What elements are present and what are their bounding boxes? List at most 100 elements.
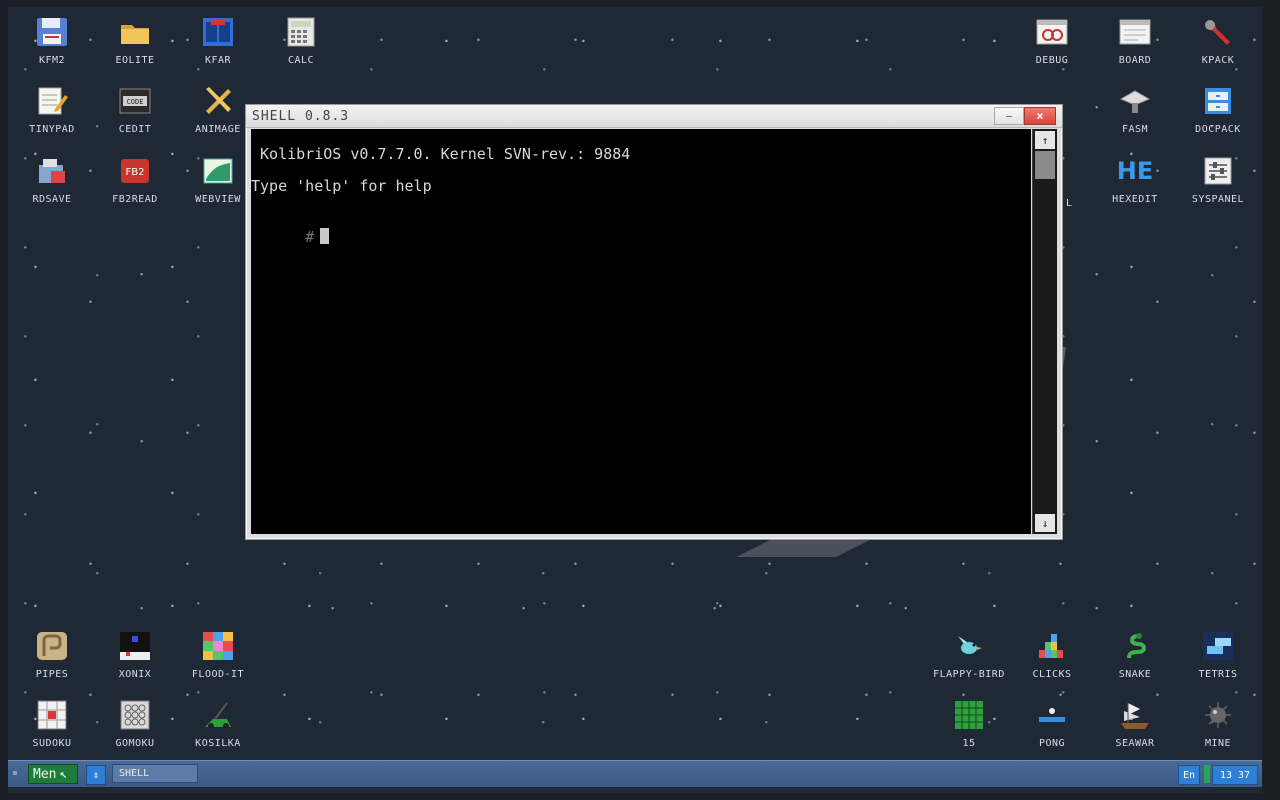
hex-icon: HE	[1116, 157, 1154, 185]
desktop-icon-label: FASM	[1121, 124, 1149, 135]
desktop-icon-kfm2[interactable]: KFM2	[16, 15, 88, 77]
desktop-icon-label: CLICKS	[1032, 669, 1072, 680]
paint-tools-icon	[200, 84, 236, 118]
console-prompt-line[interactable]: #	[251, 210, 330, 264]
desktop-icon-label: EOLITE	[115, 55, 155, 66]
desktop-icon-kpack[interactable]: KPACK	[1182, 15, 1254, 77]
desktop-icon-tetris[interactable]: TETRIS	[1182, 629, 1254, 691]
desktop-icon-eolite[interactable]: EOLITE	[99, 15, 171, 77]
desktop-icon-label: TETRIS	[1198, 669, 1238, 680]
menu-label: Men	[33, 766, 57, 782]
desktop-icon-15[interactable]: 15	[933, 698, 1005, 760]
svg-text:CODE: CODE	[127, 98, 144, 106]
desktop-icon-label: FLAPPY-BIRD	[933, 669, 1005, 680]
desktop-icon-board[interactable]: BOARD	[1099, 15, 1171, 77]
desktop-icon-label: RDSAVE	[32, 194, 72, 205]
desktop-icon-label: KFM2	[38, 55, 66, 66]
window-titlebar[interactable]: SHELL 0.8.3 — ×	[246, 105, 1062, 128]
code-icon: CODE	[117, 84, 153, 118]
desktop-icon-label: KFAR	[204, 55, 232, 66]
folder-icon	[117, 15, 153, 49]
close-button[interactable]: ×	[1024, 107, 1056, 125]
desktop-icon-kosilka[interactable]: KOSILKA	[182, 698, 254, 760]
desktop-icon-xonix[interactable]: XONIX	[99, 629, 171, 691]
shell-window[interactable]: SHELL 0.8.3 — × KolibriOS v0.7.7.0. Kern…	[245, 104, 1063, 540]
desktop-icon-pipes[interactable]: PIPES	[16, 629, 88, 691]
sliders-icon	[1200, 154, 1236, 188]
scroll-up-button[interactable]: ↑	[1035, 131, 1055, 149]
desktop-icon-mine[interactable]: MINE	[1182, 698, 1254, 760]
pipes-icon	[34, 629, 70, 663]
desktop-icon-label: GOMOKU	[115, 738, 155, 749]
desktop-icon-calc[interactable]: CALC	[265, 15, 337, 77]
taskbar: Men ↖ ⇕ SHELL En 13 37	[8, 760, 1262, 787]
debug-icon	[1034, 15, 1070, 49]
vertical-scrollbar[interactable]: ↑ ↓	[1032, 129, 1057, 534]
fb2-book-icon: FB2	[117, 154, 153, 188]
desktop-icon-tinypad[interactable]: TINYPAD	[16, 84, 88, 146]
desktop-icon-flood-it[interactable]: FLOOD-IT	[182, 629, 254, 691]
desktop-icon-rdsave[interactable]: RDSAVE	[16, 154, 88, 216]
desktop-icon-debug[interactable]: DEBUG	[1016, 15, 1088, 77]
lawnmower-icon	[200, 698, 236, 732]
console-line: KolibriOS v0.7.7.0. Kernel SVN-rev.: 988…	[251, 145, 631, 163]
desktop-icon-fb2read[interactable]: FB2 FB2READ	[99, 154, 171, 216]
fifteen-icon	[951, 698, 987, 732]
scroll-down-button[interactable]: ↓	[1035, 514, 1055, 532]
sudoku-icon	[34, 698, 70, 732]
flood-it-icon	[200, 629, 236, 663]
desktop-icon-seawar[interactable]: SEAWAR	[1099, 698, 1171, 760]
console-output[interactable]: KolibriOS v0.7.7.0. Kernel SVN-rev.: 988…	[251, 129, 1031, 534]
console-line: Type 'help' for help	[251, 177, 432, 195]
taskbar-item-shell[interactable]: SHELL	[112, 764, 198, 783]
desktop-icon-gomoku[interactable]: GOMOKU	[99, 698, 171, 760]
desktop-icon-label: FLOOD-IT	[191, 669, 245, 680]
desktop-icon-label: PIPES	[35, 669, 69, 680]
desktop-icon-cedit[interactable]: CODE CEDIT	[99, 84, 171, 146]
desktop-icon-animage[interactable]: ANIMAGE	[182, 84, 254, 146]
gomoku-icon	[117, 698, 153, 732]
desktop-icon-label: FB2READ	[112, 194, 158, 205]
clicks-icon	[1034, 629, 1070, 663]
desktop-icon-webview[interactable]: WEBVIEW	[182, 154, 254, 216]
docpack-icon	[1200, 84, 1236, 118]
rdsave-icon	[34, 154, 70, 188]
scroll-thumb[interactable]	[1035, 151, 1055, 179]
desktop-icon-label: HEXEDIT	[1112, 194, 1158, 205]
desktop-icon-kfar[interactable]: KFAR	[182, 15, 254, 77]
board-icon	[1117, 15, 1153, 49]
window-title: SHELL 0.8.3	[252, 109, 350, 124]
desktop-icon-label: XONIX	[118, 669, 152, 680]
text-cursor	[320, 228, 330, 244]
partial-icon-label: L	[1066, 198, 1073, 209]
desktop-icon-snake[interactable]: SNAKE	[1099, 629, 1171, 691]
tray-indicator	[1204, 765, 1210, 783]
ship-icon	[1117, 698, 1153, 732]
desktop-icon-fasm[interactable]: FASM	[1099, 84, 1171, 146]
minimize-button[interactable]: —	[994, 107, 1024, 125]
bird-icon	[951, 629, 987, 663]
menu-button[interactable]: Men ↖	[28, 764, 78, 784]
tetris-icon	[1200, 629, 1236, 663]
prompt-symbol: #	[305, 228, 315, 246]
desktop-icon-label: TINYPAD	[29, 124, 75, 135]
desktop-icon-label: SNAKE	[1118, 669, 1152, 680]
floppy-icon	[34, 15, 70, 49]
desktop-icon-docpack[interactable]: DOCPACK	[1182, 84, 1254, 146]
desktop-icon-label: SUDOKU	[32, 738, 72, 749]
desktop-icon-pong[interactable]: PONG	[1016, 698, 1088, 760]
desktop-icon-flappy-bird[interactable]: FLAPPY-BIRD	[933, 629, 1005, 691]
desktop-icon-sudoku[interactable]: SUDOKU	[16, 698, 88, 760]
snake-icon	[1117, 629, 1153, 663]
window-switch-button[interactable]: ⇕	[86, 765, 106, 785]
clock[interactable]: 13 37	[1212, 765, 1258, 785]
desktop-icon-hexedit[interactable]: HE HEXEDIT	[1099, 154, 1171, 216]
desktop-icon-label: KPACK	[1201, 55, 1235, 66]
desktop-icon-label: CALC	[287, 55, 315, 66]
taskbar-grip	[13, 771, 17, 775]
desktop-icon-clicks[interactable]: CLICKS	[1016, 629, 1088, 691]
language-indicator[interactable]: En	[1178, 765, 1200, 785]
desktop-icon-label: MINE	[1204, 738, 1232, 749]
desktop-icon-label: KOSILKA	[195, 738, 241, 749]
desktop-icon-syspanel[interactable]: SYSPANEL	[1182, 154, 1254, 216]
